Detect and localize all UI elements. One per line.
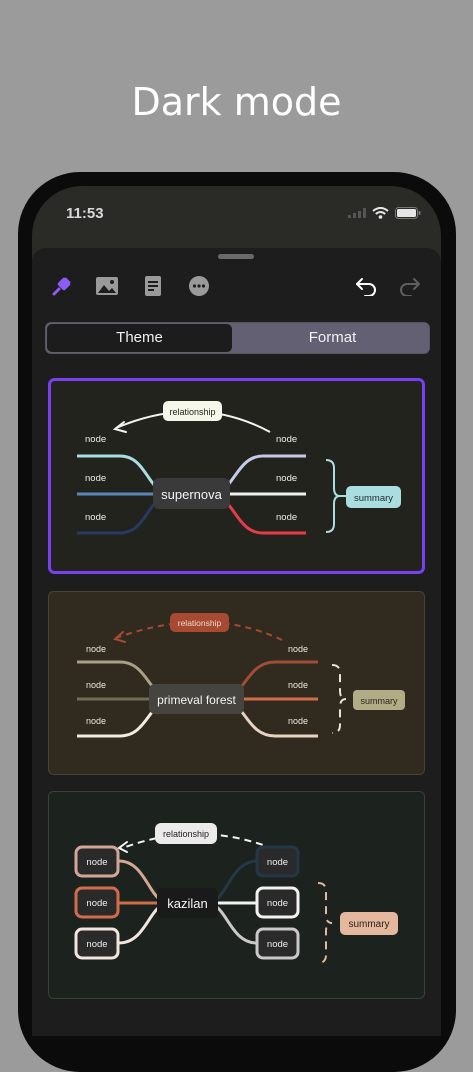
theme-format-segmented-control: Theme Format xyxy=(45,322,430,354)
wifi-icon xyxy=(372,207,389,219)
summary-label: summary xyxy=(354,493,393,504)
node-label: node xyxy=(85,473,106,484)
more-icon[interactable] xyxy=(185,272,213,300)
image-icon[interactable] xyxy=(93,272,121,300)
status-bar: 11:53 xyxy=(32,186,441,242)
node-label: node xyxy=(85,512,106,523)
node-label: node xyxy=(86,857,107,868)
node-label: node xyxy=(276,473,297,484)
relationship-label: relationship xyxy=(163,829,209,839)
theme-card-kazilan[interactable]: relationship kazilan node node node node… xyxy=(48,791,425,999)
node-label: node xyxy=(85,434,106,445)
node-label: node xyxy=(288,644,308,654)
status-time: 11:53 xyxy=(66,205,104,222)
node-label: node xyxy=(86,939,107,950)
headline: Dark mode xyxy=(131,80,342,124)
central-topic: supernova xyxy=(161,487,222,502)
style-brush-icon[interactable] xyxy=(48,272,76,300)
summary-label: summary xyxy=(348,919,389,930)
node-label: node xyxy=(267,939,288,950)
node-label: node xyxy=(288,716,308,726)
tab-format[interactable]: Format xyxy=(236,323,429,353)
node-label: node xyxy=(86,644,106,654)
node-label: node xyxy=(288,680,308,690)
summary-label: summary xyxy=(360,696,398,706)
central-topic: primeval forest xyxy=(157,693,236,707)
toolbar xyxy=(32,272,441,304)
central-topic: kazilan xyxy=(167,896,207,911)
tab-theme[interactable]: Theme xyxy=(47,324,232,352)
relationship-label: relationship xyxy=(178,618,222,628)
node-label: node xyxy=(276,434,297,445)
signal-icon xyxy=(348,208,366,218)
node-label: node xyxy=(267,857,288,868)
sheet-grabber[interactable] xyxy=(218,254,254,259)
relationship-label: relationship xyxy=(169,407,215,417)
format-sheet: Theme Format relationship supernova node… xyxy=(32,248,441,1036)
node-label: node xyxy=(86,716,106,726)
node-label: node xyxy=(267,898,288,909)
theme-card-supernova[interactable]: relationship supernova node node node no… xyxy=(48,378,425,574)
node-label: node xyxy=(86,898,107,909)
node-label: node xyxy=(86,680,106,690)
document-icon[interactable] xyxy=(139,272,167,300)
battery-icon xyxy=(395,207,421,219)
redo-icon[interactable] xyxy=(396,272,424,300)
theme-card-primeval-forest[interactable]: relationship primeval forest node node n… xyxy=(48,591,425,775)
phone-screen: 11:53 Theme Format relationship supernov… xyxy=(32,186,441,1036)
undo-icon[interactable] xyxy=(352,272,380,300)
node-label: node xyxy=(276,512,297,523)
